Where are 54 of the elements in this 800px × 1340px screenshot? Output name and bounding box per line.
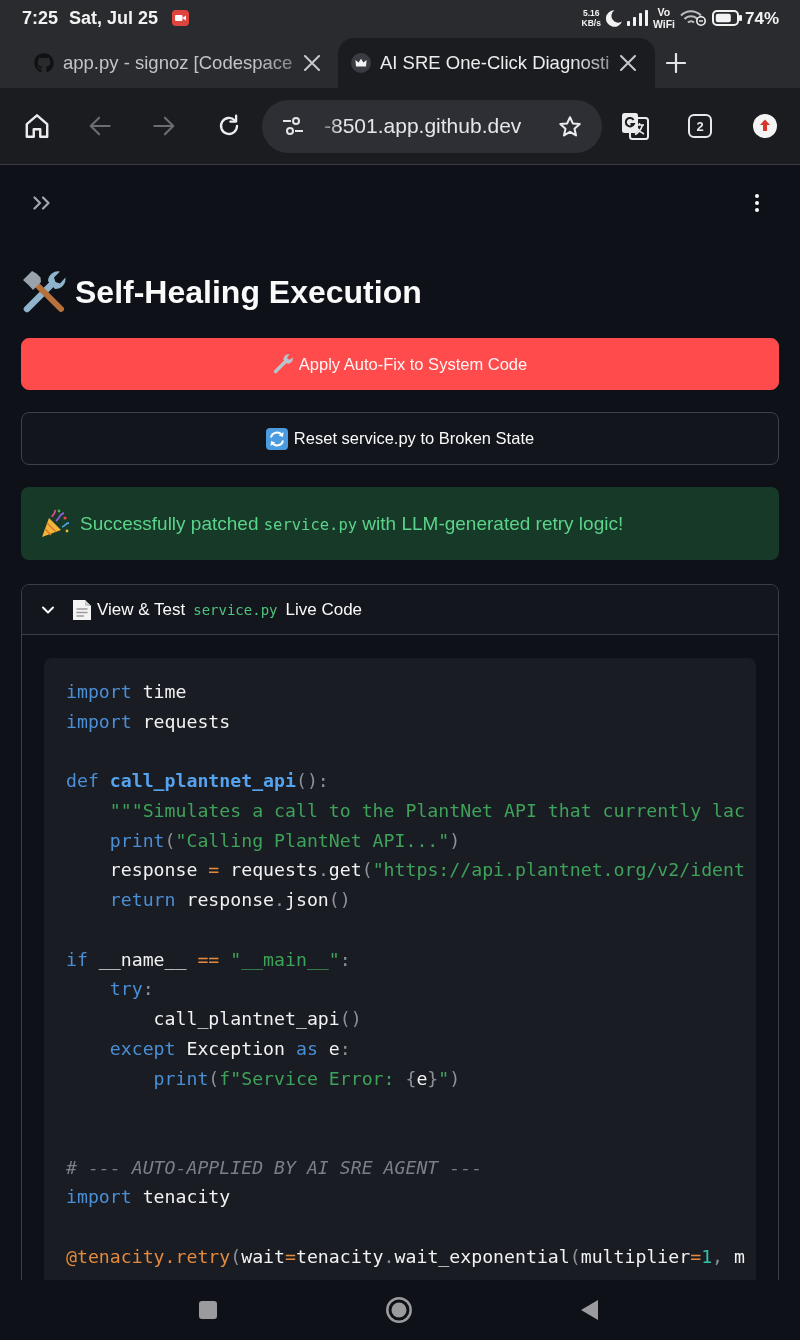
net-unit-text: KB/s (581, 18, 601, 27)
code-line: if __name__ == "__main__": (66, 947, 351, 972)
wrench-icon (272, 354, 293, 374)
page-title: Self-Healing Execution (75, 273, 422, 312)
recording-icon (172, 10, 190, 26)
success-message: Successfully patched service.py with LLM-generated retry logic! (80, 512, 624, 535)
reset-button[interactable]: Reset service.py to Broken State (21, 412, 779, 465)
code-line: return response.json() (109, 888, 351, 913)
arrows-cycle-icon (265, 427, 288, 450)
signal-icon (626, 10, 648, 26)
plus-icon[interactable] (666, 53, 686, 73)
close-icon[interactable] (304, 55, 320, 71)
hammer-wrench-icon (22, 270, 66, 314)
code-line: def call_plantnet_api(): (66, 769, 329, 794)
code-line: response = requests.get("https://api.plantnet.org/v2/ident (109, 858, 745, 883)
address-bar[interactable]: -8501.app.github.dev (262, 99, 602, 153)
code-line: import tenacity (66, 1185, 231, 1210)
expander-header[interactable]: View & Test service.py Live Code (22, 585, 778, 635)
status-date: Sat, Jul 25 (69, 9, 159, 27)
browser-tab[interactable]: app.py - signoz [Codespace (24, 38, 330, 88)
crown-icon (351, 53, 371, 73)
close-icon[interactable] (620, 55, 636, 71)
battery-percent: 74% (744, 9, 779, 27)
tab-count-button[interactable]: 2 (688, 114, 712, 138)
wifi-icon (679, 10, 706, 26)
code-line: print(f"Service Error: {e}") (153, 1066, 461, 1091)
arrow-up-circle-icon[interactable] (753, 114, 777, 138)
code-line: import requests (66, 709, 231, 734)
code-line: """Simulates a call to the PlantNet API that currently lac (109, 798, 745, 823)
moon-icon (605, 9, 622, 27)
tune-icon[interactable] (283, 117, 303, 135)
code-line: call_plantnet_api() (153, 1007, 362, 1032)
net-speed-text: 5.16 (582, 9, 600, 18)
browser-tab[interactable]: AI SRE One-Click Diagnosti (338, 38, 655, 88)
code-line: try: (109, 977, 154, 1002)
code-line: # --- AUTO-APPLIED BY AI SRE AGENT --- (66, 1155, 483, 1180)
code-line: except Exception as e: (109, 1036, 351, 1061)
github-icon (34, 53, 54, 73)
home-icon[interactable] (386, 1297, 412, 1323)
back-icon[interactable] (581, 1300, 598, 1320)
party-popper-icon (41, 509, 70, 538)
vowifi-text: WiFi (652, 18, 675, 29)
status-time: 7:25 (22, 9, 59, 27)
chevrons-right-icon[interactable] (33, 196, 51, 210)
code-line: @tenacity.retry(wait=tenacity.wait_exponential(multiplier=1, m (66, 1244, 745, 1269)
battery-icon (711, 10, 742, 26)
more-menu-icon[interactable] (755, 194, 759, 212)
code-line: import time (66, 680, 187, 704)
document-icon (72, 598, 92, 621)
translate-icon[interactable] (621, 112, 649, 140)
code-line: print("Calling PlantNet API...") (109, 828, 461, 853)
reload-icon[interactable] (217, 114, 241, 138)
vowifi-text: Vo (657, 7, 671, 18)
star-icon[interactable] (558, 114, 582, 138)
